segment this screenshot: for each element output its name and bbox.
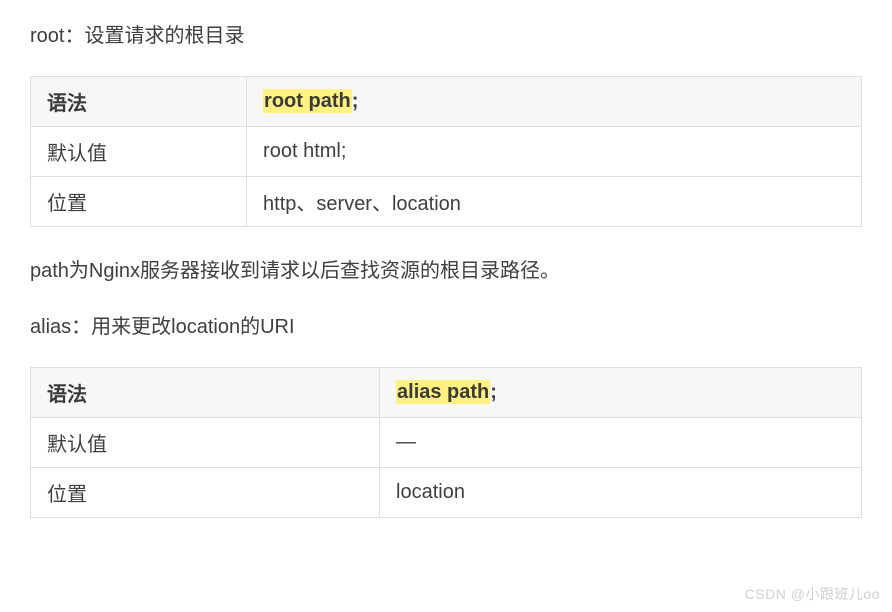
alias-intro: alias：用来更改location的URI (30, 311, 862, 343)
cell-value-default: — (380, 418, 862, 468)
table-row: 位置 location (31, 468, 862, 518)
table-row: 默认值 — (31, 418, 862, 468)
watermark: CSDN @小跟班儿oo (745, 584, 880, 604)
table-header-syntax: 语法 (31, 77, 247, 127)
cell-label-default: 默认值 (31, 127, 247, 177)
root-intro: root：设置请求的根目录 (30, 20, 862, 52)
cell-value-position: http、server、location (247, 177, 862, 227)
cell-label-position: 位置 (31, 468, 380, 518)
table-row: 位置 http、server、location (31, 177, 862, 227)
root-syntax-highlight: root path (263, 89, 352, 113)
table-row: 默认值 root html; (31, 127, 862, 177)
root-syntax-table: 语法 root path; 默认值 root html; 位置 http、ser… (30, 76, 862, 227)
cell-value-position: location (380, 468, 862, 518)
root-syntax-semicolon: ; (352, 90, 359, 112)
table-header-value: root path; (247, 77, 862, 127)
alias-syntax-table: 语法 alias path; 默认值 — 位置 location (30, 367, 862, 518)
cell-label-default: 默认值 (31, 418, 380, 468)
path-description: path为Nginx服务器接收到请求以后查找资源的根目录路径。 (30, 255, 862, 287)
alias-syntax-highlight: alias path (396, 380, 490, 404)
cell-label-position: 位置 (31, 177, 247, 227)
table-header-syntax: 语法 (31, 368, 380, 418)
table-header-value: alias path; (380, 368, 862, 418)
alias-syntax-semicolon: ; (490, 381, 497, 403)
cell-value-default: root html; (247, 127, 862, 177)
